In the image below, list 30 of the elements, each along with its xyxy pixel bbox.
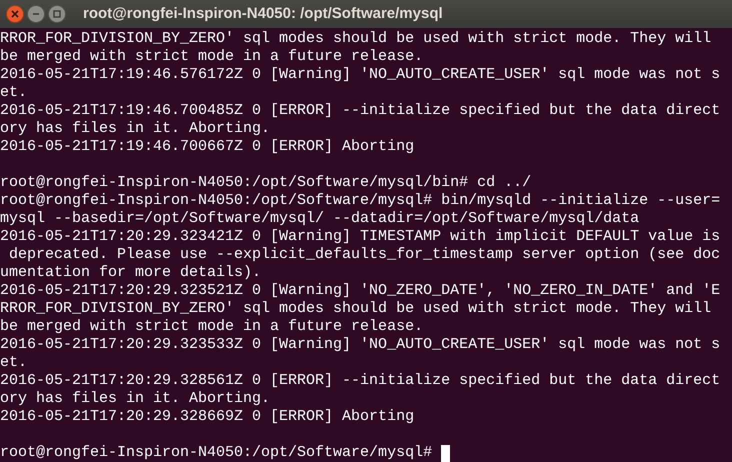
maximize-button[interactable]: [48, 5, 66, 23]
terminal-line: et.: [0, 84, 28, 102]
terminal-line: umentation for more details).: [0, 264, 262, 282]
terminal-line: root@rongfei-Inspiron-N4050:/opt/Software/mysql# bin/mysqld --initialize --user=: [0, 192, 720, 210]
close-icon: [11, 10, 19, 18]
terminal-line: ory has files in it. Aborting.: [0, 120, 270, 138]
close-button[interactable]: [6, 5, 24, 23]
terminal-line: 2016-05-21T17:20:29.328561Z 0 [ERROR] --initialize specified but the data direct: [0, 372, 720, 390]
maximize-icon: [53, 10, 61, 18]
minimize-icon: [32, 10, 40, 18]
terminal-line: root@rongfei-Inspiron-N4050:/opt/Software/mysql/bin# cd ../: [0, 174, 532, 192]
terminal-line: 2016-05-21T17:20:29.323533Z 0 [Warning] 'NO_AUTO_CREATE_USER' sql mode was not s: [0, 336, 720, 354]
terminal-line: 2016-05-21T17:19:46.576172Z 0 [Warning] 'NO_AUTO_CREATE_USER' sql mode was not s: [0, 66, 720, 84]
terminal-line: RROR_FOR_DIVISION_BY_ZERO' sql modes should be used with strict mode. They will: [0, 300, 712, 318]
terminal-line: mysql --basedir=/opt/Software/mysql/ --datadir=/opt/Software/mysql/data: [0, 210, 640, 228]
terminal-line: deprecated. Please use --explicit_defaults_for_timestamp server option (see doc: [8, 246, 720, 264]
terminal-line: be merged with strict mode in a future release.: [0, 48, 424, 66]
terminal-line: ory has files in it. Aborting.: [0, 390, 270, 408]
window-title: root@rongfei-Inspiron-N4050: /opt/Software/mysql: [83, 4, 443, 24]
terminal-line: RROR_FOR_DIVISION_BY_ZERO' sql modes should be used with strict mode. They will: [0, 30, 712, 48]
terminal-line: 2016-05-21T17:19:46.700667Z 0 [ERROR] Aborting: [0, 138, 414, 156]
text-cursor: [441, 444, 450, 462]
shell-prompt: root@rongfei-Inspiron-N4050:/opt/Software/mysql#: [0, 444, 432, 462]
terminal-line: 2016-05-21T17:20:29.323421Z 0 [Warning] TIMESTAMP with implicit DEFAULT value is: [0, 228, 720, 246]
terminal-line: et.: [0, 354, 28, 372]
terminal-line: 2016-05-21T17:20:29.323521Z 0 [Warning] 'NO_ZERO_DATE', 'NO_ZERO_IN_DATE' and 'E: [0, 282, 720, 300]
terminal-line: be merged with strict mode in a future release.: [0, 318, 424, 336]
minimize-button[interactable]: [27, 5, 45, 23]
terminal-line: 2016-05-21T17:20:29.328669Z 0 [ERROR] Aborting: [0, 408, 414, 426]
terminal-line: 2016-05-21T17:19:46.700485Z 0 [ERROR] --initialize specified but the data direct: [0, 102, 720, 120]
